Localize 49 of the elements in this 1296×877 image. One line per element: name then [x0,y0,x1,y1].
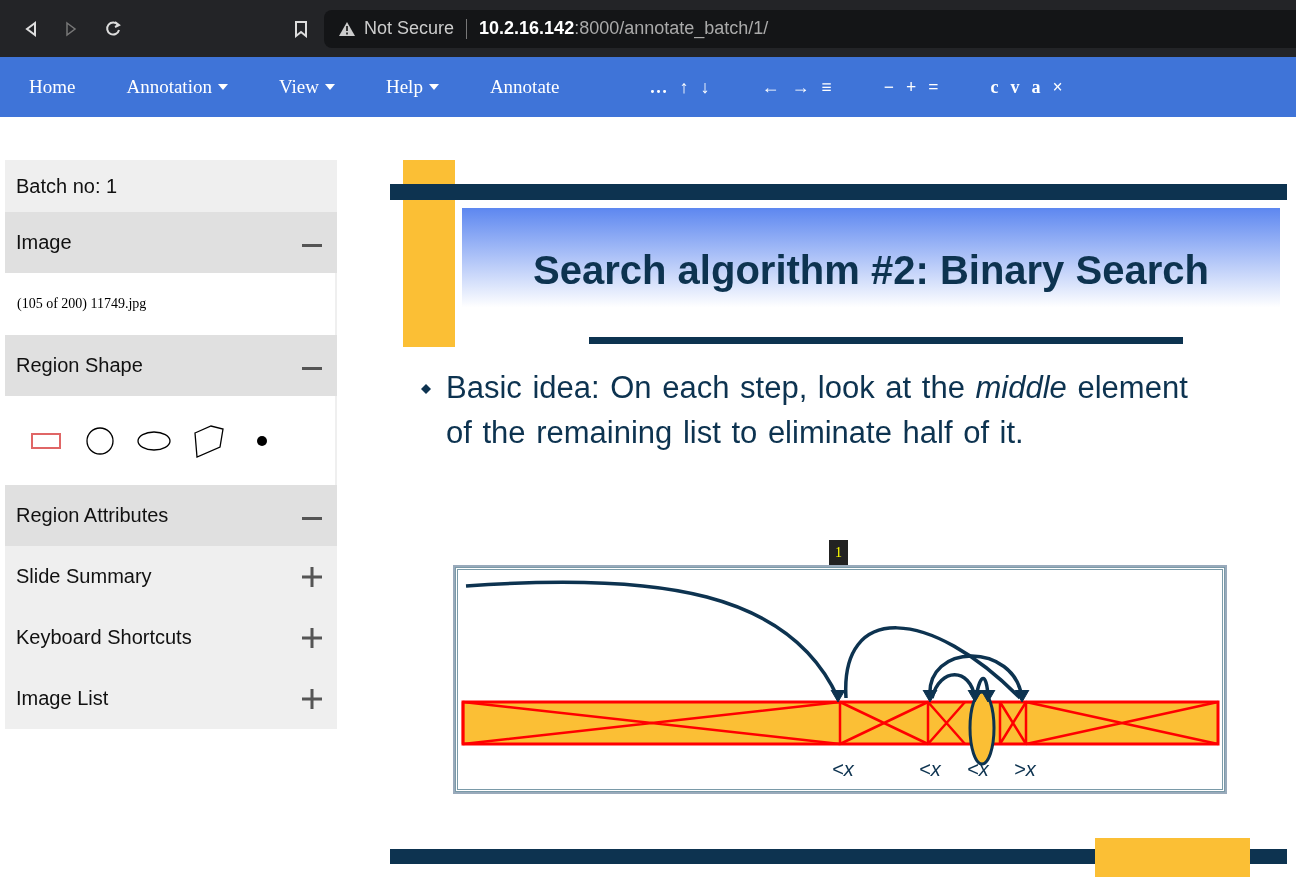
bookmark-icon[interactable] [294,19,308,38]
toolbar-button[interactable]: + [906,76,917,98]
nav-link[interactable]: Annotate [489,72,560,102]
panel-header[interactable]: Region Attributes [5,485,337,546]
image-name: (105 of 200) 11749.jpg [17,296,147,312]
panel-header[interactable]: Keyboard Shortcuts [5,607,337,668]
panel-header[interactable]: Slide Summary [5,546,337,607]
forward-icon[interactable] [64,20,78,37]
comparison-label: <x [918,758,942,781]
minus-icon [302,517,322,520]
bullet-icon [420,383,432,395]
toolbar-button[interactable]: a [1031,76,1041,98]
plus-icon [302,688,322,709]
reload-icon[interactable] [104,19,122,38]
warning-icon [338,20,356,37]
dropdown-menu[interactable]: View [278,72,335,102]
comparison-label: >x [1013,758,1037,781]
batch-label: Batch no: 1 [5,160,337,212]
toolbar-button[interactable]: c [990,76,999,98]
region-label: 1 [829,540,848,566]
dropdown-menu[interactable]: Help [385,72,439,102]
toolbar-button[interactable]: × [1052,76,1063,98]
polygon-tool[interactable] [191,423,225,458]
back-icon[interactable] [24,20,38,37]
security-label: Not Secure [364,18,455,39]
plus-icon [302,566,322,587]
toolbar-button[interactable]: v [1010,76,1020,98]
toolbar-button[interactable]: ↑ [679,76,689,98]
minus-icon [302,367,322,370]
toolbar-button[interactable]: ← [761,76,780,98]
toolbar-button[interactable]: ≡ [821,76,832,98]
toolbar-button[interactable]: − [883,76,895,98]
panel-header[interactable]: Region Shape [5,335,337,396]
url-text: 10.2.16.142:8000/annotate_batch/1/ [479,18,769,39]
toolbar-button[interactable]: … [649,76,668,98]
comparison-label: <x [831,758,855,781]
address-bar[interactable]: Not Secure 10.2.16.142:8000/annotate_batch/1/ [324,9,1296,48]
panel-header[interactable]: Image List [5,668,337,729]
nav-link[interactable]: Home [29,72,76,102]
toolbar-button[interactable]: → [791,76,810,98]
toolbar-button[interactable]: = [928,76,939,98]
minus-icon [302,244,322,247]
bullet-text: Basic idea: On each step, look at the middle element of the remaining list to eliminate half of it. [446,369,1189,452]
panel-header[interactable]: Image [5,212,337,273]
slide-title: Search algorithm #2: Binary Search [533,248,1209,293]
comparison-label: <x [966,758,990,781]
toolbar-button[interactable]: ↓ [700,76,710,98]
dropdown-menu[interactable]: Annotation [126,72,228,102]
plus-icon [302,627,322,648]
